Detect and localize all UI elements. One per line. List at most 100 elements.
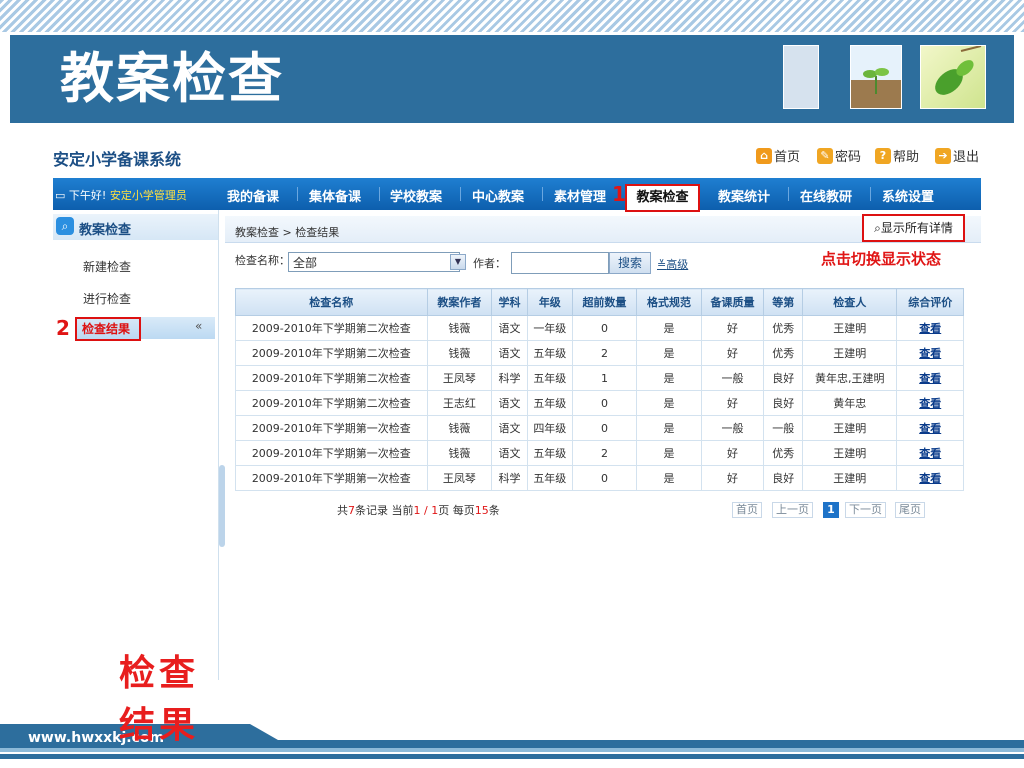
table-cell: 优秀 — [763, 315, 804, 341]
show-all-details-button[interactable]: ⌕显示所有详情 — [862, 214, 965, 242]
nav-center-lessons[interactable]: 中心教案 — [472, 186, 524, 205]
sidebar-item-run-check[interactable]: 进行检查 — [83, 290, 131, 307]
column-header[interactable]: 格式规范 — [636, 288, 702, 316]
table-cell: 黄年忠 — [802, 390, 898, 416]
next-page-button[interactable]: 下一页 — [845, 502, 886, 518]
view-link[interactable]: 查看 — [919, 447, 941, 460]
table-cell: 好 — [700, 390, 765, 416]
top-link-help[interactable]: ? 帮助 — [875, 146, 919, 165]
column-header[interactable]: 备课质量 — [700, 288, 765, 316]
top-link-home[interactable]: ⌂ 首页 — [756, 146, 800, 165]
first-page-button[interactable]: 首页 — [732, 502, 762, 518]
table-cell: 查看 — [896, 315, 964, 341]
nav-group-lessons[interactable]: 集体备课 — [309, 186, 361, 205]
column-header[interactable]: 检查名称 — [235, 288, 428, 316]
column-header[interactable]: 综合评价 — [896, 288, 964, 316]
table-cell: 2009-2010年下学期第一次检查 — [235, 465, 428, 491]
seedling-photo-thumbnail — [850, 45, 902, 109]
greeting-user: 安定小学管理员 — [109, 189, 187, 202]
nav-system-settings[interactable]: 系统设置 — [882, 186, 934, 205]
table-cell: 五年级 — [526, 340, 573, 366]
author-label: 作者： — [473, 257, 506, 270]
table-cell: 2009-2010年下学期第一次检查 — [235, 415, 428, 441]
last-page-button[interactable]: 尾页 — [895, 502, 925, 518]
column-header[interactable]: 检查人 — [802, 288, 898, 316]
table-cell: 王建明 — [802, 315, 898, 341]
view-link[interactable]: 查看 — [919, 347, 941, 360]
view-link[interactable]: 查看 — [919, 397, 941, 410]
table-cell: 王志红 — [426, 390, 493, 416]
table-cell: 优秀 — [763, 340, 804, 366]
view-link[interactable]: 查看 — [919, 322, 941, 335]
column-header[interactable]: 教案作者 — [426, 288, 493, 316]
seedling-icon — [863, 68, 889, 94]
table-cell: 语文 — [491, 340, 528, 366]
decorative-stripe-band — [0, 0, 1024, 32]
search-button[interactable]: 搜索 — [609, 252, 651, 274]
view-link[interactable]: 查看 — [919, 422, 941, 435]
per-page-count: 15 — [474, 504, 489, 517]
key-icon: ✎ — [817, 147, 833, 164]
column-header[interactable]: 超前数量 — [571, 288, 638, 316]
nav-my-lessons[interactable]: 我的备课 — [227, 186, 279, 205]
magnifier-icon: ⌕ — [874, 221, 881, 235]
top-link-exit[interactable]: ➔ 退出 — [935, 146, 979, 165]
table-cell: 良好 — [763, 390, 804, 416]
nav-divider — [870, 187, 871, 201]
main-panel: 教案检查 > 检查结果 ⌕显示所有详情 点击切换显示状态 检查名称： 全部 ▼ … — [225, 210, 981, 680]
table-cell: 一般 — [763, 415, 804, 441]
collapse-icon[interactable]: « — [195, 319, 202, 333]
table-cell: 1 — [571, 365, 638, 391]
slide-title: 教案检查 — [60, 47, 284, 110]
nav-school-lessons[interactable]: 学校教案 — [390, 186, 442, 205]
advanced-search-link[interactable]: ≚高级 — [657, 256, 688, 272]
table-cell: 是 — [636, 315, 702, 341]
table-cell: 好 — [700, 440, 765, 466]
sidebar-item-new-check[interactable]: 新建检查 — [83, 258, 131, 275]
check-name-select[interactable]: 全部 — [288, 252, 460, 272]
page-indicator: 1 / 1 — [413, 504, 439, 517]
prev-page-button[interactable]: 上一页 — [772, 502, 813, 518]
search-name-label: 检查名称： — [235, 254, 290, 267]
table-row: 2009-2010年下学期第二次检查 钱薇 语文 一年级 0 是好优秀 王建明 查看 — [235, 315, 964, 341]
nav-online-research[interactable]: 在线教研 — [800, 186, 852, 205]
toggle-hint: 点击切换显示状态 — [821, 250, 942, 268]
table-cell: 查看 — [896, 465, 964, 491]
table-cell: 王凤琴 — [426, 365, 493, 391]
table-cell: 好 — [700, 465, 765, 491]
top-link-password[interactable]: ✎ 密码 — [817, 146, 861, 165]
table-cell: 0 — [571, 390, 638, 416]
sidebar: ⌕ 教案检查 新建检查 进行检查 检查结果 « 2 检查结果 — [53, 210, 219, 746]
table-cell: 钱薇 — [426, 415, 493, 441]
view-link[interactable]: 查看 — [919, 372, 941, 385]
table-cell: 语文 — [491, 390, 528, 416]
nav-lesson-check-active[interactable]: 教案检查 — [625, 184, 700, 212]
table-cell: 是 — [636, 340, 702, 366]
column-header[interactable]: 学科 — [491, 288, 528, 316]
leaf-photo-thumbnail — [920, 45, 986, 109]
column-header[interactable]: 等第 — [763, 288, 804, 316]
table-cell: 查看 — [896, 440, 964, 466]
table-row: 2009-2010年下学期第二次检查 钱薇 语文 五年级 2 是好优秀 王建明 查看 — [235, 340, 964, 366]
app-window: 安定小学备课系统 ⌂ 首页 ✎ 密码 ? 帮助 ➔ 退出 ▭ 下午好! 安定小学… — [53, 140, 981, 746]
nav-lesson-stats[interactable]: 教案统计 — [718, 186, 770, 205]
table-cell: 五年级 — [526, 365, 573, 391]
table-row: 2009-2010年下学期第一次检查 王凤琴 科学 五年级 0 是好良好 王建明 查看 — [235, 465, 964, 491]
result-caption: 检查结果 — [119, 653, 200, 746]
nav-materials[interactable]: 素材管理 — [554, 186, 606, 205]
table-cell: 王建明 — [802, 415, 898, 441]
table-cell: 良好 — [763, 365, 804, 391]
table-cell: 0 — [571, 465, 638, 491]
current-page-button[interactable]: 1 — [823, 502, 839, 518]
table-cell: 五年级 — [526, 440, 573, 466]
table-cell: 查看 — [896, 415, 964, 441]
view-link[interactable]: 查看 — [919, 472, 941, 485]
column-header[interactable]: 年级 — [526, 288, 573, 316]
table-cell: 优秀 — [763, 440, 804, 466]
author-input[interactable] — [511, 252, 609, 274]
table-cell: 好 — [700, 315, 765, 341]
table-cell: 2009-2010年下学期第一次检查 — [235, 440, 428, 466]
chevron-down-icon[interactable]: ▼ — [450, 254, 466, 270]
table-row: 2009-2010年下学期第一次检查 钱薇 语文 四年级 0 是一般 一般 王建明 查看 — [235, 415, 964, 441]
table-cell: 2009-2010年下学期第二次检查 — [235, 340, 428, 366]
